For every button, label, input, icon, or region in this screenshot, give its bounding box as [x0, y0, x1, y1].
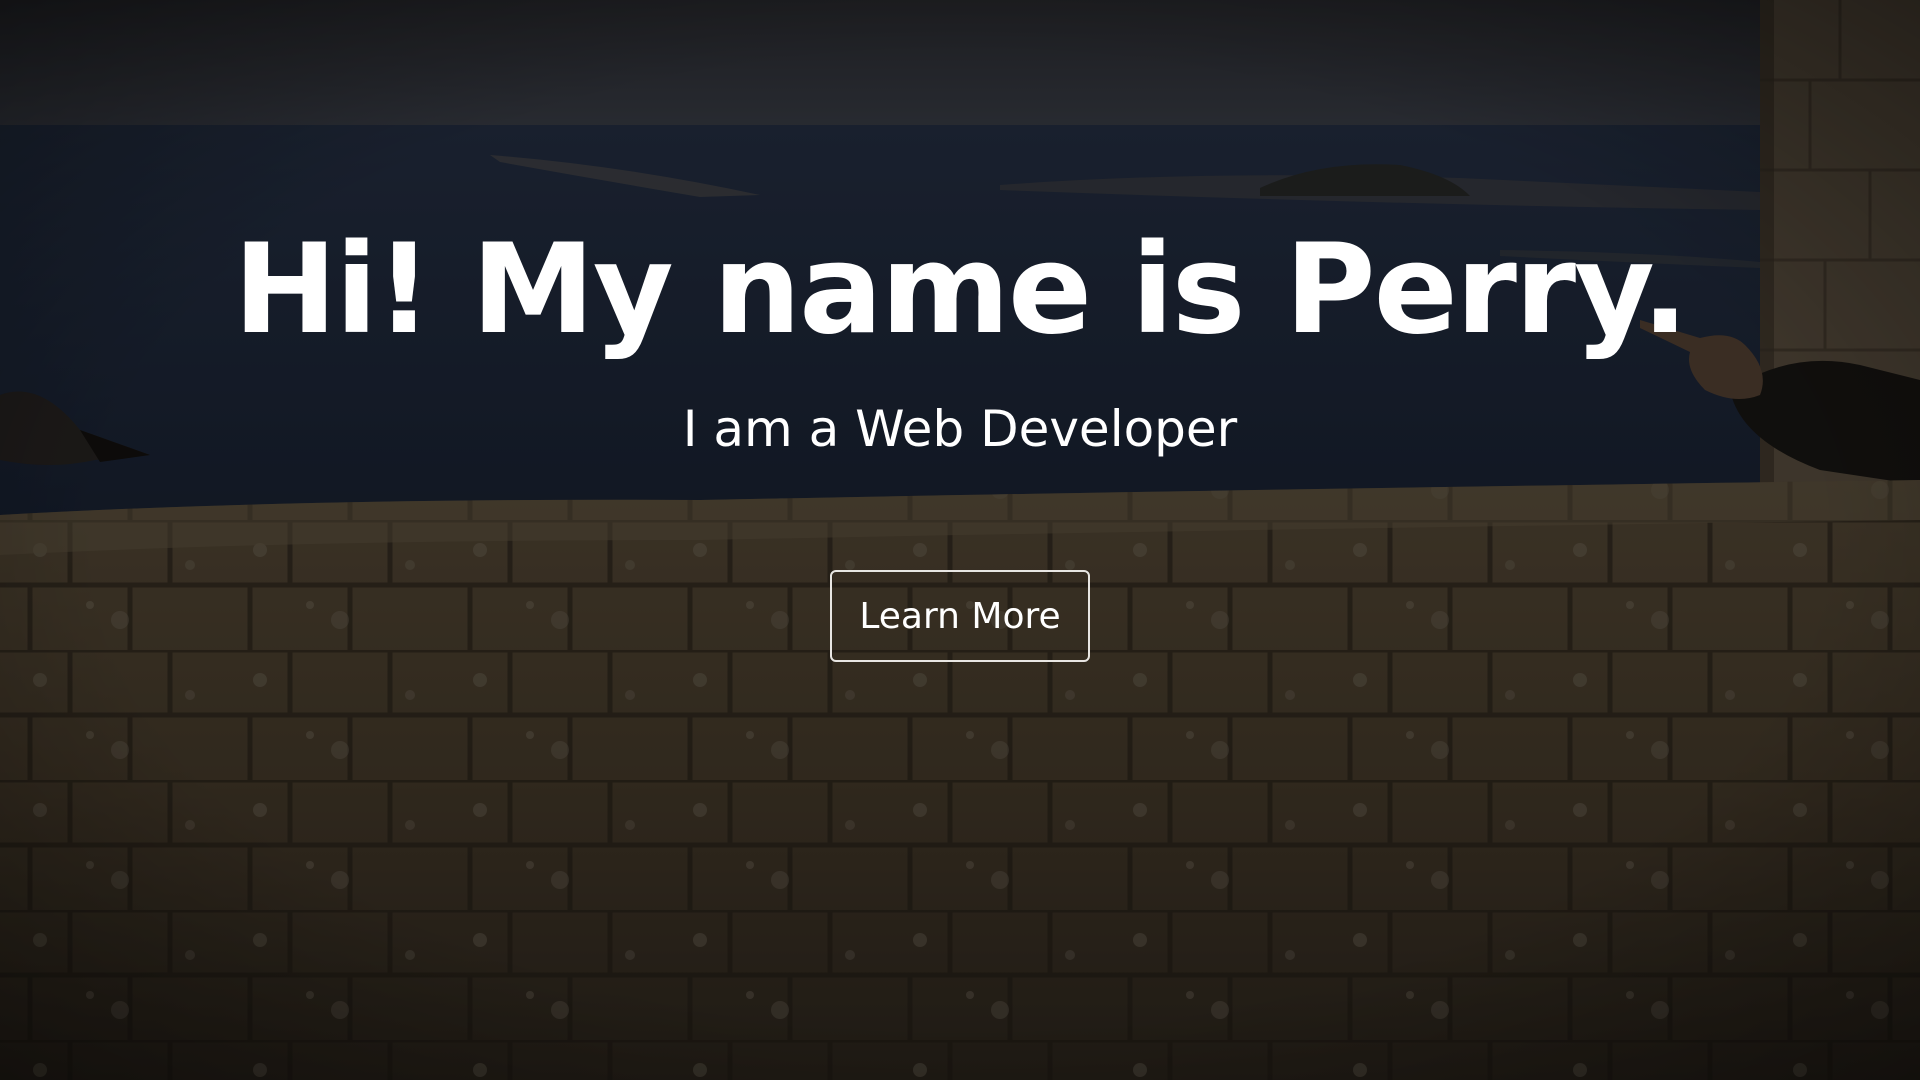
- learn-more-button[interactable]: Learn More: [830, 570, 1090, 662]
- hero-subheadline: I am a Web Developer: [682, 400, 1238, 458]
- hero-content: Hi! My name is Perry. I am a Web Develop…: [0, 0, 1920, 1080]
- hero-section: Hi! My name is Perry. I am a Web Develop…: [0, 0, 1920, 1080]
- hero-headline: Hi! My name is Perry.: [233, 218, 1688, 362]
